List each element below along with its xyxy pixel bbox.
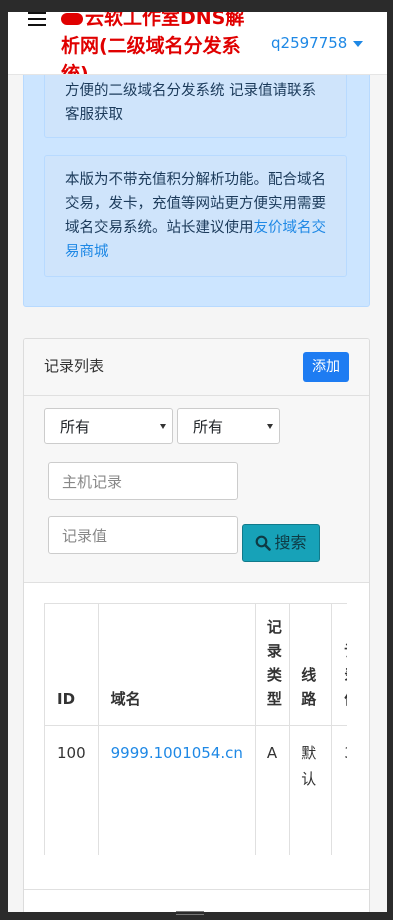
username: q2597758: [271, 34, 348, 52]
records-table-scroll[interactable]: ID 域名 记录类型 线路 记录值 100 9999.1001054.cn A …: [44, 603, 347, 855]
page: 云软工作室DNS解析网(二级域名分发系统) q2597758 方便的二级域名分发…: [8, 12, 387, 912]
table-row: 100 9999.1001054.cn A 默认 39: [44, 725, 347, 855]
table-header-row: ID 域名 记录类型 线路 记录值: [44, 603, 347, 726]
filter-select-2-value: 所有: [193, 418, 224, 436]
search-button[interactable]: 搜索: [242, 524, 320, 562]
filter-form: 所有 所有 主机记录 记录值 搜索: [24, 396, 369, 583]
notice-box-2: 本版为不带充值积分解析功能。配合域名交易，发卡，充值等网站更方便实用需要域名交易…: [44, 155, 347, 277]
filter-select-2[interactable]: 所有: [177, 408, 280, 444]
select-arrow-icon: [160, 424, 166, 429]
col-type: 记录类型: [254, 603, 291, 726]
col-value: 记录值: [331, 603, 347, 726]
domain-link[interactable]: 9999.1001054.cn: [111, 744, 243, 762]
filter-select-1[interactable]: 所有: [44, 408, 173, 444]
host-record-placeholder: 主机记录: [62, 473, 123, 491]
cell-line-text: 默认: [301, 744, 317, 788]
user-menu-dropdown[interactable]: q2597758: [271, 34, 364, 52]
cell-type: A: [254, 725, 291, 855]
col-domain: 域名: [97, 603, 256, 726]
caret-down-icon: [353, 40, 364, 47]
site-title-text: 云软工作室DNS解析网(二级域名分发系统): [61, 12, 245, 75]
record-value-placeholder: 记录值: [62, 527, 108, 545]
col-line: 线路: [289, 603, 333, 726]
site-title[interactable]: 云软工作室DNS解析网(二级域名分发系统): [61, 12, 256, 75]
filter-select-1-value: 所有: [60, 418, 91, 436]
record-value-input[interactable]: 记录值: [48, 516, 238, 554]
card-header: 记录列表 添加: [24, 339, 369, 396]
col-line-label: 线路: [301, 666, 317, 708]
search-icon: [256, 535, 272, 551]
cell-id: 100: [44, 725, 99, 855]
cloud-icon: [61, 12, 83, 25]
drag-handle-icon[interactable]: [176, 911, 204, 917]
menu-icon[interactable]: [28, 12, 46, 30]
col-type-label: 记录类型: [266, 618, 282, 708]
cell-line: 默认: [289, 725, 333, 855]
cell-value: 39: [331, 725, 347, 855]
add-record-button[interactable]: 添加: [303, 352, 349, 382]
col-id: ID: [44, 603, 99, 726]
notice-text-1: 方便的二级域名分发系统 记录值请联系客服获取: [65, 83, 317, 123]
cell-domain: 9999.1001054.cn: [97, 725, 256, 855]
records-title: 记录列表: [44, 357, 105, 375]
select-arrow-icon: [267, 424, 273, 429]
records-card: 记录列表 添加 所有 所有 主机记录 记录值 搜索 ID 域名 记录类型 线路 …: [23, 338, 370, 912]
host-record-input[interactable]: 主机记录: [48, 462, 238, 500]
search-button-label: 搜索: [274, 533, 307, 552]
top-navbar: 云软工作室DNS解析网(二级域名分发系统) q2597758: [8, 12, 387, 75]
card-footer-divider: [24, 889, 369, 890]
notice-panel: 方便的二级域名分发系统 记录值请联系客服获取 本版为不带充值积分解析功能。配合域…: [23, 38, 370, 307]
records-table: ID 域名 记录类型 线路 记录值 100 9999.1001054.cn A …: [44, 603, 347, 855]
